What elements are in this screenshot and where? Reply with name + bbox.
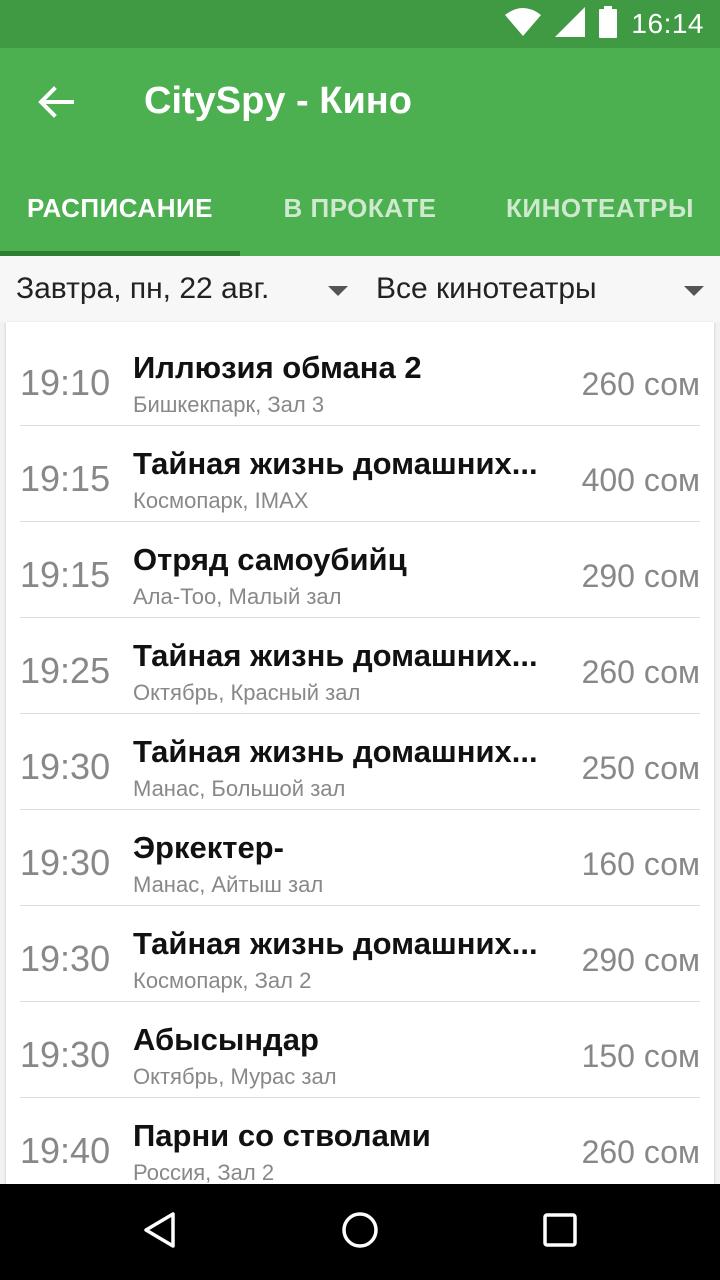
app-bar: CitySpy - Кино РАСПИСАНИЕ В ПРОКАТЕ КИНО… (0, 48, 720, 256)
square-recents-icon (540, 1210, 580, 1255)
movie-title: Абысындар (133, 1022, 319, 1057)
signal-icon (555, 6, 586, 42)
date-dropdown-label: Завтра, пн, 22 авг. (16, 272, 270, 305)
cinema-dropdown[interactable]: Все кинотеатры (376, 256, 708, 322)
showtime-time: 19:10 (20, 362, 111, 403)
page-title: CitySpy - Кино (144, 80, 412, 122)
price-label: 160 сом (581, 846, 700, 882)
back-button[interactable] (20, 68, 92, 140)
list-item[interactable]: 19:10 Иллюзия обмана 2 Бишкекпарк, Зал 3… (20, 330, 700, 426)
venue-label: Ала-Тоо, Малый зал (133, 584, 342, 609)
movie-title: Тайная жизнь домашних... (133, 926, 538, 961)
list-item[interactable]: 19:40 Парни со стволами Россия, Зал 2 26… (20, 1098, 700, 1184)
circle-home-icon (340, 1210, 380, 1255)
showtime-time: 19:30 (20, 842, 111, 883)
status-icons: 16:14 (505, 5, 704, 43)
venue-label: Россия, Зал 2 (133, 1160, 275, 1184)
venue-label: Октябрь, Красный зал (133, 680, 361, 705)
showtime-time: 19:25 (20, 650, 111, 691)
list-item[interactable]: 19:30 Тайная жизнь домашних... Космопарк… (20, 906, 700, 1002)
movie-title: Эркектер- (133, 830, 284, 865)
triangle-back-icon (140, 1210, 180, 1255)
list-item[interactable]: 19:15 Отряд самоубийц Ала-Тоо, Малый зал… (20, 522, 700, 618)
showtime-time: 19:30 (20, 938, 111, 979)
showtime-time: 19:30 (20, 1034, 111, 1075)
nav-home-button[interactable] (324, 1196, 396, 1268)
price-label: 260 сом (581, 654, 700, 690)
price-label: 260 сом (581, 366, 700, 402)
showtime-time: 19:30 (20, 746, 111, 787)
movie-title: Парни со стволами (133, 1118, 431, 1153)
date-dropdown[interactable]: Завтра, пн, 22 авг. (16, 256, 352, 322)
tab-now-showing[interactable]: В ПРОКАТЕ (240, 160, 480, 256)
tab-schedule[interactable]: РАСПИСАНИЕ (0, 160, 240, 256)
price-label: 150 сом (581, 1038, 700, 1074)
movie-title: Тайная жизнь домашних... (133, 638, 538, 673)
system-nav-bar (0, 1184, 720, 1280)
venue-label: Манас, Большой зал (133, 776, 346, 801)
price-label: 250 сом (581, 750, 700, 786)
list-item[interactable]: 19:25 Тайная жизнь домашних... Октябрь, … (20, 618, 700, 714)
filter-bar: Завтра, пн, 22 авг. Все кинотеатры (0, 256, 720, 322)
venue-label: Октябрь, Мурас зал (133, 1064, 337, 1089)
nav-recents-button[interactable] (524, 1196, 596, 1268)
price-label: 290 сом (581, 558, 700, 594)
caret-down-icon (328, 286, 348, 296)
tab-cinemas[interactable]: КИНОТЕАТРЫ (480, 160, 720, 256)
price-label: 290 сом (581, 942, 700, 978)
caret-down-icon (684, 286, 704, 296)
list-item[interactable]: 19:30 Тайная жизнь домашних... Манас, Бо… (20, 714, 700, 810)
showtime-time: 19:15 (20, 458, 111, 499)
cinema-dropdown-label: Все кинотеатры (376, 272, 597, 305)
showtime-time: 19:40 (20, 1130, 111, 1171)
price-label: 400 сом (581, 462, 700, 498)
list-item[interactable]: 19:30 Эркектер- Манас, Айтыш зал 160 сом (20, 810, 700, 906)
venue-label: Космопарк, Зал 2 (133, 968, 312, 993)
movie-title: Иллюзия обмана 2 (133, 350, 422, 385)
status-bar: 16:14 (0, 0, 720, 48)
nav-back-button[interactable] (124, 1196, 196, 1268)
list-item[interactable]: 19:15 Тайная жизнь домашних... Космопарк… (20, 426, 700, 522)
price-label: 260 сом (581, 1134, 700, 1170)
venue-label: Космопарк, IMAX (133, 488, 309, 513)
showtime-time: 19:15 (20, 554, 111, 595)
tab-bar: РАСПИСАНИЕ В ПРОКАТЕ КИНОТЕАТРЫ (0, 160, 720, 256)
venue-label: Манас, Айтыш зал (133, 872, 324, 897)
movie-title: Тайная жизнь домашних... (133, 446, 538, 481)
showtimes-list: 19:10 Иллюзия обмана 2 Бишкекпарк, Зал 3… (6, 322, 714, 1184)
movie-title: Тайная жизнь домашних... (133, 734, 538, 769)
battery-icon (599, 5, 618, 43)
movie-title: Отряд самоубийц (133, 542, 407, 577)
status-clock: 16:14 (631, 8, 704, 39)
wifi-icon (505, 7, 542, 42)
arrow-left-icon (38, 85, 74, 123)
venue-label: Бишкекпарк, Зал 3 (133, 392, 325, 417)
list-item[interactable]: 19:30 Абысындар Октябрь, Мурас зал 150 с… (20, 1002, 700, 1098)
